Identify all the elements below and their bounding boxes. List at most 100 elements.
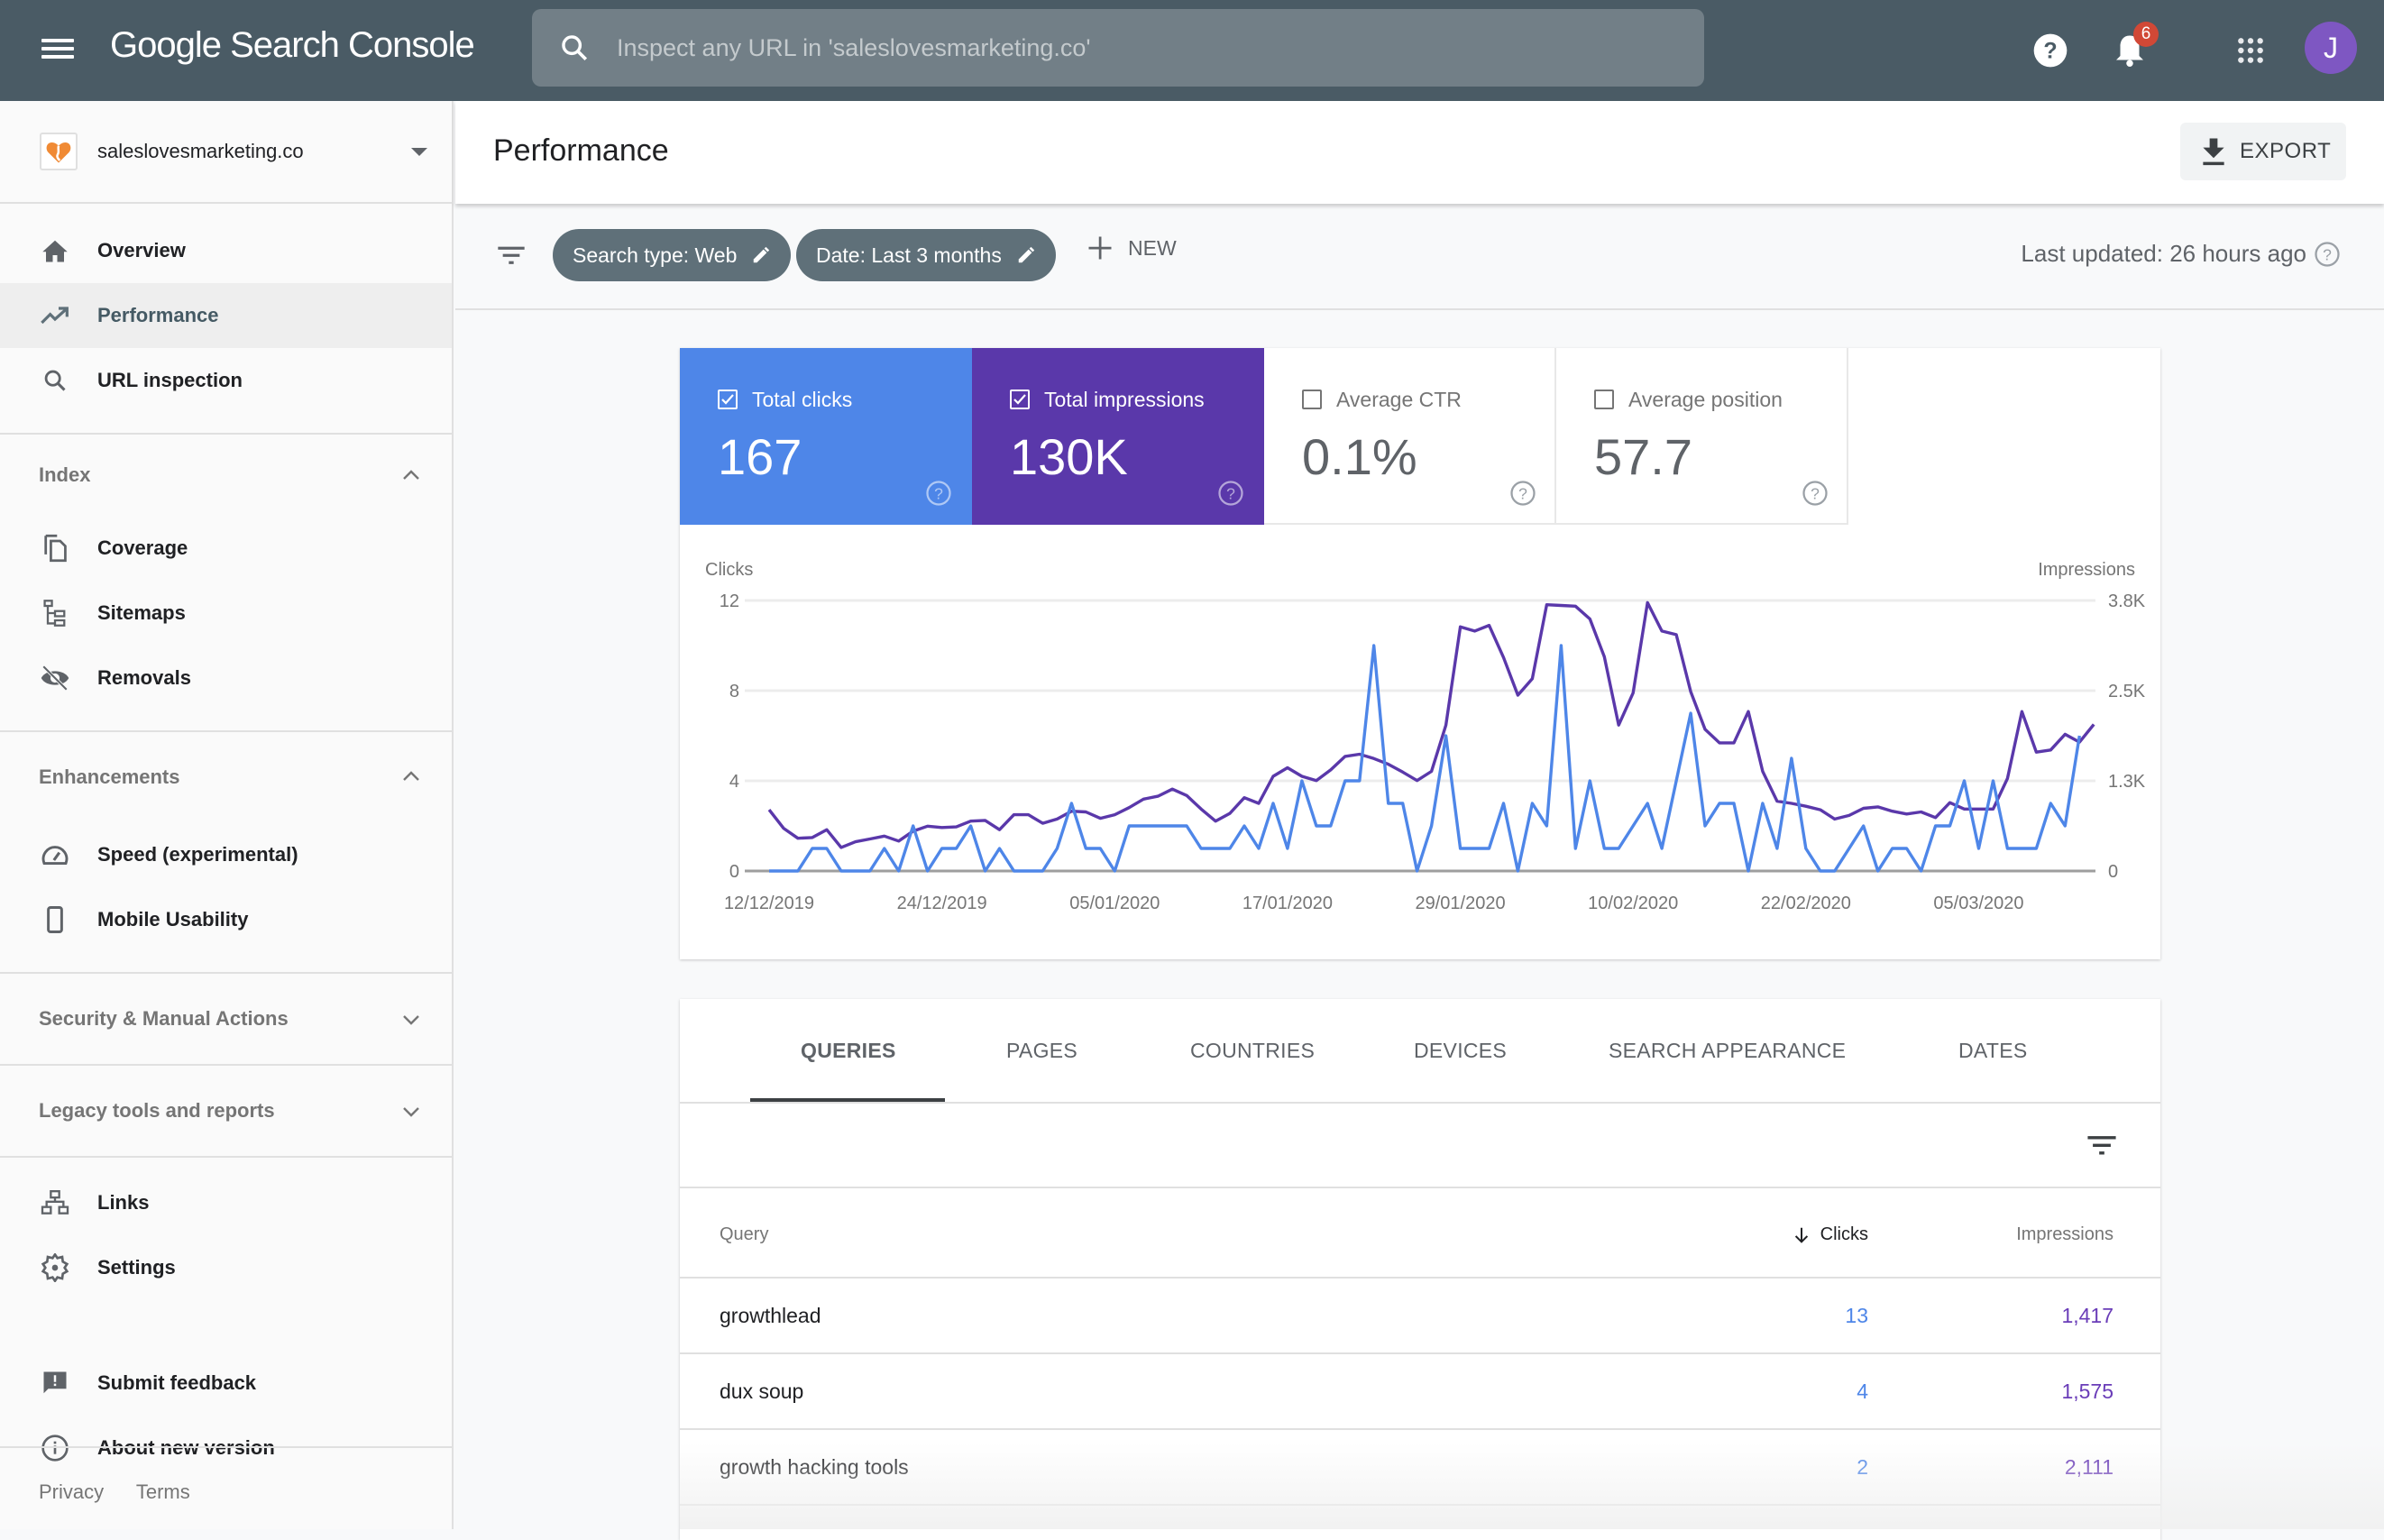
sidebar-item-settings[interactable]: Settings [0, 1235, 452, 1300]
table-header: Query Clicks Impressions [680, 1188, 2160, 1279]
page-title: Performance [493, 133, 669, 168]
sidebar-item-coverage[interactable]: Coverage [0, 516, 452, 581]
sitemap-icon [40, 598, 70, 628]
sidebar-item-links[interactable]: Links [0, 1170, 452, 1235]
left-axis-label: Clicks [705, 560, 753, 580]
export-button[interactable]: EXPORT [2180, 123, 2346, 180]
performance-line-chart[interactable]: Clicks Impressions 0 0 4 1.3K 8 2.5K 12 3.8K 12/… [680, 525, 2160, 959]
sidebar-item-performance[interactable]: Performance [0, 283, 452, 348]
section-enhancements[interactable]: Enhancements [0, 732, 452, 822]
column-clicks[interactable]: Clicks [1792, 1224, 1868, 1245]
property-favicon [40, 133, 78, 170]
svg-text:?: ? [934, 484, 943, 502]
sidebar-item-submit-feedback[interactable]: Submit feedback [0, 1351, 452, 1416]
checkbox-unchecked-icon[interactable] [1594, 390, 1614, 409]
filter-bar: Search type: Web Date: Last 3 months NEW… [455, 204, 2384, 310]
property-name: saleslovesmarketing.co [97, 140, 304, 162]
page-header: Performance EXPORT [455, 101, 2384, 204]
x-tick-label: 29/01/2020 [1416, 894, 1506, 913]
info-icon [40, 1433, 70, 1463]
tab-dates[interactable]: DATES [1958, 1039, 2027, 1063]
caret-down-icon [411, 148, 427, 156]
right-tick-label: 1.3K [2108, 772, 2146, 792]
column-query[interactable]: Query [720, 1224, 768, 1245]
tab-pages[interactable]: PAGES [1006, 1039, 1077, 1063]
right-tick-label: 3.8K [2108, 591, 2146, 611]
x-tick-label: 17/01/2020 [1242, 894, 1333, 913]
svg-text:?: ? [2043, 38, 2057, 63]
app-logo[interactable]: Google Search Console [110, 25, 475, 66]
checkbox-unchecked-icon[interactable] [1302, 390, 1322, 409]
sidebar-item-sitemaps[interactable]: Sitemaps [0, 581, 452, 646]
legal-links: Privacy Terms [39, 1480, 217, 1504]
filter-icon[interactable] [2086, 1132, 2117, 1158]
apps-grid-icon[interactable] [2227, 27, 2274, 74]
tab-countries[interactable]: COUNTRIES [1190, 1039, 1315, 1063]
sidebar: saleslovesmarketing.co Overview Performa… [0, 101, 454, 1529]
x-tick-label: 24/12/2019 [897, 894, 987, 913]
x-tick-label: 10/02/2020 [1588, 894, 1678, 913]
date-range-chip[interactable]: Date: Last 3 months [796, 229, 1056, 281]
plus-icon [1088, 236, 1112, 260]
table-row[interactable]: dux soup 4 1,575 [680, 1354, 2160, 1430]
metric-average-ctr[interactable]: Average CTR 0.1% ? [1264, 348, 1556, 525]
sidebar-item-speed[interactable]: Speed (experimental) [0, 822, 452, 887]
help-circle-icon[interactable]: ? [1802, 480, 1829, 507]
new-filter-button[interactable]: NEW [1087, 234, 1177, 261]
filter-icon[interactable] [497, 243, 526, 267]
privacy-link[interactable]: Privacy [39, 1480, 104, 1503]
clicks-series-line[interactable] [769, 644, 2081, 873]
section-security[interactable]: Security & Manual Actions [0, 974, 452, 1064]
help-circle-icon[interactable]: ? [2314, 241, 2341, 268]
help-circle-icon[interactable]: ? [925, 480, 952, 507]
sidebar-item-url-inspection[interactable]: URL inspection [0, 348, 452, 413]
checkbox-checked-icon[interactable] [1010, 390, 1030, 409]
dimension-tabs: QUERIES PAGES COUNTRIES DEVICES SEARCH A… [680, 999, 2160, 1104]
impressions-series-line[interactable] [767, 600, 2095, 849]
left-tick-label: 4 [729, 772, 739, 792]
sidebar-item-about[interactable]: About new version [0, 1416, 452, 1480]
help-icon[interactable]: ? [2027, 27, 2074, 74]
download-icon [2203, 138, 2224, 166]
section-index[interactable]: Index [0, 435, 452, 516]
search-type-chip[interactable]: Search type: Web [553, 229, 792, 281]
table-row[interactable]: growthlead 13 1,417 [680, 1279, 2160, 1354]
menu-icon[interactable] [41, 34, 74, 67]
column-impressions[interactable]: Impressions [2016, 1224, 2114, 1245]
left-tick-label: 0 [729, 862, 739, 882]
performance-chart-card: Total clicks 167 ? Total impressions 130… [680, 348, 2160, 959]
top-app-bar: Google Search Console ? 6 J [0, 0, 2384, 101]
help-circle-icon[interactable]: ? [1217, 480, 1244, 507]
metric-total-clicks[interactable]: Total clicks 167 ? [680, 348, 972, 525]
chevron-down-icon [403, 1015, 419, 1025]
section-legacy[interactable]: Legacy tools and reports [0, 1066, 452, 1156]
eye-off-icon [40, 663, 70, 693]
x-tick-label: 05/01/2020 [1069, 894, 1160, 913]
tab-devices[interactable]: DEVICES [1414, 1039, 1507, 1063]
tab-queries[interactable]: QUERIES [801, 1039, 896, 1063]
gear-icon [40, 1252, 70, 1283]
sidebar-item-overview[interactable]: Overview [0, 218, 452, 283]
notifications-icon[interactable]: 6 [2106, 22, 2159, 74]
links-icon [40, 1187, 70, 1218]
url-inspect-search[interactable] [532, 9, 1704, 87]
table-row[interactable]: growth hacking tools 2 2,111 [680, 1430, 2160, 1506]
home-icon [40, 235, 70, 266]
sidebar-item-removals[interactable]: Removals [0, 646, 452, 710]
checkbox-checked-icon[interactable] [718, 390, 738, 409]
metric-average-position[interactable]: Average position 57.7 ? [1556, 348, 1848, 525]
right-tick-label: 0 [2108, 862, 2118, 882]
url-inspect-input[interactable] [617, 33, 1609, 62]
dimensions-table-card: QUERIES PAGES COUNTRIES DEVICES SEARCH A… [680, 999, 2160, 1540]
tab-search-appearance[interactable]: SEARCH APPEARANCE [1609, 1039, 1846, 1063]
help-circle-icon[interactable]: ? [1509, 480, 1536, 507]
account-avatar[interactable]: J [2305, 22, 2357, 74]
sort-arrow-down-icon [1794, 1227, 1808, 1243]
svg-text:?: ? [1226, 484, 1235, 502]
right-tick-label: 2.5K [2108, 682, 2146, 701]
chevron-up-icon [403, 470, 419, 480]
metric-total-impressions[interactable]: Total impressions 130K ? [972, 348, 1264, 525]
property-selector[interactable]: saleslovesmarketing.co [0, 101, 452, 204]
sidebar-item-mobile-usability[interactable]: Mobile Usability [0, 887, 452, 952]
terms-link[interactable]: Terms [136, 1480, 190, 1503]
